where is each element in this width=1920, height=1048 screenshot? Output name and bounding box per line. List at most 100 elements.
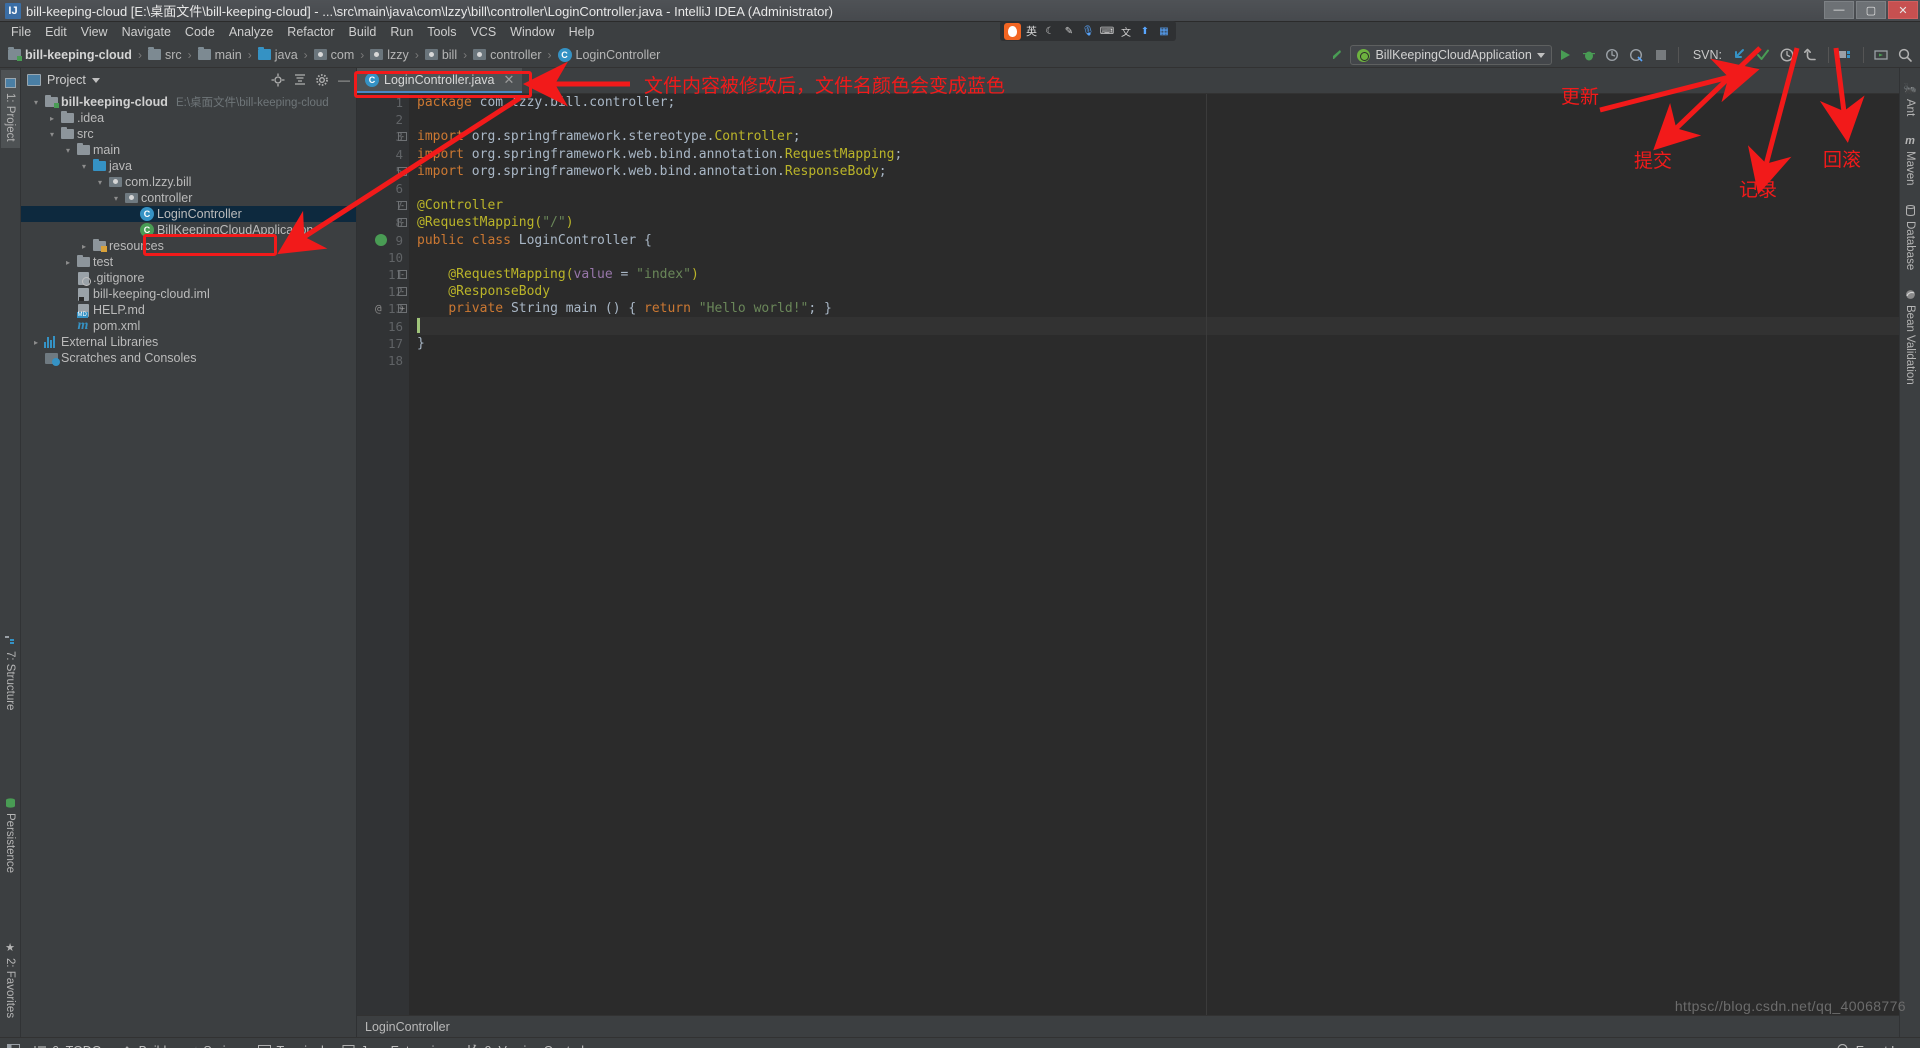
menu-run[interactable]: Run (383, 22, 420, 42)
close-icon[interactable]: ✕ (504, 72, 515, 88)
menu-view[interactable]: View (74, 22, 115, 42)
sidebar-item-structure[interactable]: 7: Structure (1, 628, 20, 716)
tree-expand-arrow[interactable]: ▸ (77, 242, 91, 251)
code-line-18[interactable] (417, 352, 1899, 369)
gutter-line-16[interactable]: 16 (357, 317, 409, 334)
collapse-all-icon[interactable] (292, 72, 308, 88)
gutter-line-11[interactable]: 11- (357, 266, 409, 283)
debug-icon[interactable] (1578, 44, 1600, 66)
menu-edit[interactable]: Edit (38, 22, 74, 42)
sidebar-item-favorites[interactable]: ★ 2: Favorites (1, 935, 20, 1024)
ime-mode-label[interactable]: 英 (1024, 23, 1039, 39)
gutter-line-12[interactable]: 12- (357, 283, 409, 300)
code-viewport[interactable]: package com.lzzy.bill.controller; import… (409, 94, 1899, 1015)
fold-toggle[interactable]: - (398, 166, 407, 176)
gutter-line-18[interactable]: 18 (357, 352, 409, 369)
gutter-line-17[interactable]: 17 (357, 335, 409, 352)
keyboard-icon[interactable]: ⌨ (1099, 23, 1115, 39)
tree-expand-arrow[interactable]: ▾ (93, 178, 107, 187)
code-line-17[interactable]: } (417, 335, 1899, 352)
tree-expand-arrow[interactable]: ▾ (29, 98, 43, 107)
statusbar-item-java-enterprise[interactable]: Java Enterprise (333, 1044, 457, 1048)
source-code[interactable]: package com.lzzy.bill.controller; import… (409, 94, 1899, 369)
code-line-13[interactable]: private String main () { return "Hello w… (417, 300, 1899, 317)
tree-expand-arrow[interactable]: ▾ (109, 194, 123, 203)
breadcrumb-item-com[interactable]: com (312, 47, 357, 63)
breadcrumb-item-main[interactable]: main (196, 47, 244, 63)
menu-file[interactable]: File (4, 22, 38, 42)
statusbar-item-build[interactable]: Build (111, 1044, 176, 1048)
menu-window[interactable]: Window (503, 22, 561, 42)
code-line-12[interactable]: @ResponseBody (417, 283, 1899, 300)
fold-toggle[interactable]: - (398, 201, 407, 211)
annotation-gutter-icon[interactable]: @ (375, 302, 382, 315)
fold-toggle[interactable]: + (398, 304, 407, 314)
coverage-icon[interactable] (1602, 44, 1624, 66)
tree-item-src[interactable]: ▾ src (21, 126, 356, 142)
sidebar-item-project[interactable]: 1: Project (0, 70, 20, 148)
menu-code[interactable]: Code (178, 22, 222, 42)
menu-analyze[interactable]: Analyze (222, 22, 280, 42)
tree-expand-arrow[interactable]: ▸ (61, 258, 75, 267)
tree-item-external-libraries[interactable]: ▸ External Libraries (21, 334, 356, 350)
translate-icon[interactable]: 文 (1118, 23, 1134, 39)
grid-icon[interactable]: ▦ (1156, 23, 1172, 39)
breadcrumb-item-project[interactable]: bill-keeping-cloud (6, 47, 134, 63)
stop-icon[interactable] (1650, 44, 1672, 66)
tree-item-logincontroller[interactable]: C LoginController (21, 206, 356, 222)
menu-help[interactable]: Help (562, 22, 602, 42)
breadcrumb-item-src[interactable]: src (146, 47, 184, 63)
run-icon[interactable] (1554, 44, 1576, 66)
editor-gutter[interactable]: 1 2 3-4 5-6 7-8-9 10 11-12- @13 +16 17 18 (357, 94, 409, 1015)
tree-item-help-md[interactable]: HELP.md (21, 302, 356, 318)
tree-item-scratches-and-consoles[interactable]: Scratches and Consoles (21, 350, 356, 366)
gutter-line-3[interactable]: 3- (357, 128, 409, 145)
statusbar-item-todo[interactable]: 6: TODO (24, 1044, 111, 1048)
tree-item-com-lzzy-bill[interactable]: ▾ com.lzzy.bill (21, 174, 356, 190)
tree-expand-arrow[interactable]: ▾ (61, 146, 75, 155)
mic-icon[interactable]: 🎙 (1080, 23, 1096, 39)
fold-toggle[interactable]: - (398, 269, 407, 279)
svn-update-icon[interactable] (1728, 44, 1750, 66)
statusbar-item-spring[interactable]: Spring (175, 1044, 248, 1048)
code-line-8[interactable]: @RequestMapping("/") (417, 214, 1899, 231)
tree-item-idea[interactable]: ▸ .idea (21, 110, 356, 126)
tree-expand-arrow[interactable]: ▸ (45, 114, 59, 123)
sidebar-item-ant[interactable]: 🐜 Ant (1901, 76, 1920, 122)
tree-item-resources[interactable]: ▸ resources (21, 238, 356, 254)
sidebar-item-persistence[interactable]: Persistence (1, 790, 20, 879)
menu-navigate[interactable]: Navigate (115, 22, 178, 42)
tree-expand-arrow[interactable]: ▾ (77, 162, 91, 171)
breadcrumb-item-java[interactable]: java (256, 47, 300, 63)
close-button[interactable]: ✕ (1888, 1, 1918, 19)
back-arrow-icon[interactable] (1326, 44, 1348, 66)
svn-rollback-icon[interactable] (1800, 44, 1822, 66)
run-anything-icon[interactable] (1870, 44, 1892, 66)
code-line-1[interactable]: package com.lzzy.bill.controller; (417, 94, 1899, 111)
tree-item-bill-keeping-cloud[interactable]: ▾ bill-keeping-cloud E:\桌面文件\bill-keeping-… (21, 94, 356, 110)
tree-item-billkeepingcloudapplication[interactable]: C BillKeepingCloudApplication (21, 222, 356, 238)
code-line-4[interactable]: import org.springframework.web.bind.anno… (417, 146, 1899, 163)
menu-build[interactable]: Build (342, 22, 384, 42)
maximize-button[interactable]: ▢ (1856, 1, 1886, 19)
moon-icon[interactable]: ☾ (1042, 23, 1058, 39)
menu-refactor[interactable]: Refactor (280, 22, 341, 42)
svn-history-icon[interactable] (1776, 44, 1798, 66)
breadcrumb-item-class[interactable]: C LoginController (556, 47, 663, 63)
project-tree[interactable]: ▾ bill-keeping-cloud E:\桌面文件\bill-keeping-… (21, 92, 356, 1037)
toggle-tool-windows-icon[interactable] (6, 1044, 20, 1048)
run-configuration-selector[interactable]: BillKeepingCloudApplication (1350, 45, 1552, 65)
fold-toggle[interactable]: - (398, 132, 407, 142)
tree-item-pom-xml[interactable]: m pom.xml (21, 318, 356, 334)
tree-item-main[interactable]: ▾ main (21, 142, 356, 158)
code-line-16[interactable] (417, 317, 1899, 335)
menu-tools[interactable]: Tools (420, 22, 463, 42)
gutter-line-13[interactable]: @13 + (357, 300, 409, 317)
sidebar-item-maven[interactable]: m Maven (1901, 128, 1920, 192)
upload-icon[interactable]: ⬆ (1137, 23, 1153, 39)
breadcrumb-item-lzzy[interactable]: lzzy (368, 47, 411, 63)
project-structure-icon[interactable] (1835, 44, 1857, 66)
tree-expand-arrow[interactable]: ▾ (45, 130, 59, 139)
gutter-line-2[interactable]: 2 (357, 111, 409, 128)
event-log-label[interactable]: Event Log (1856, 1044, 1912, 1048)
